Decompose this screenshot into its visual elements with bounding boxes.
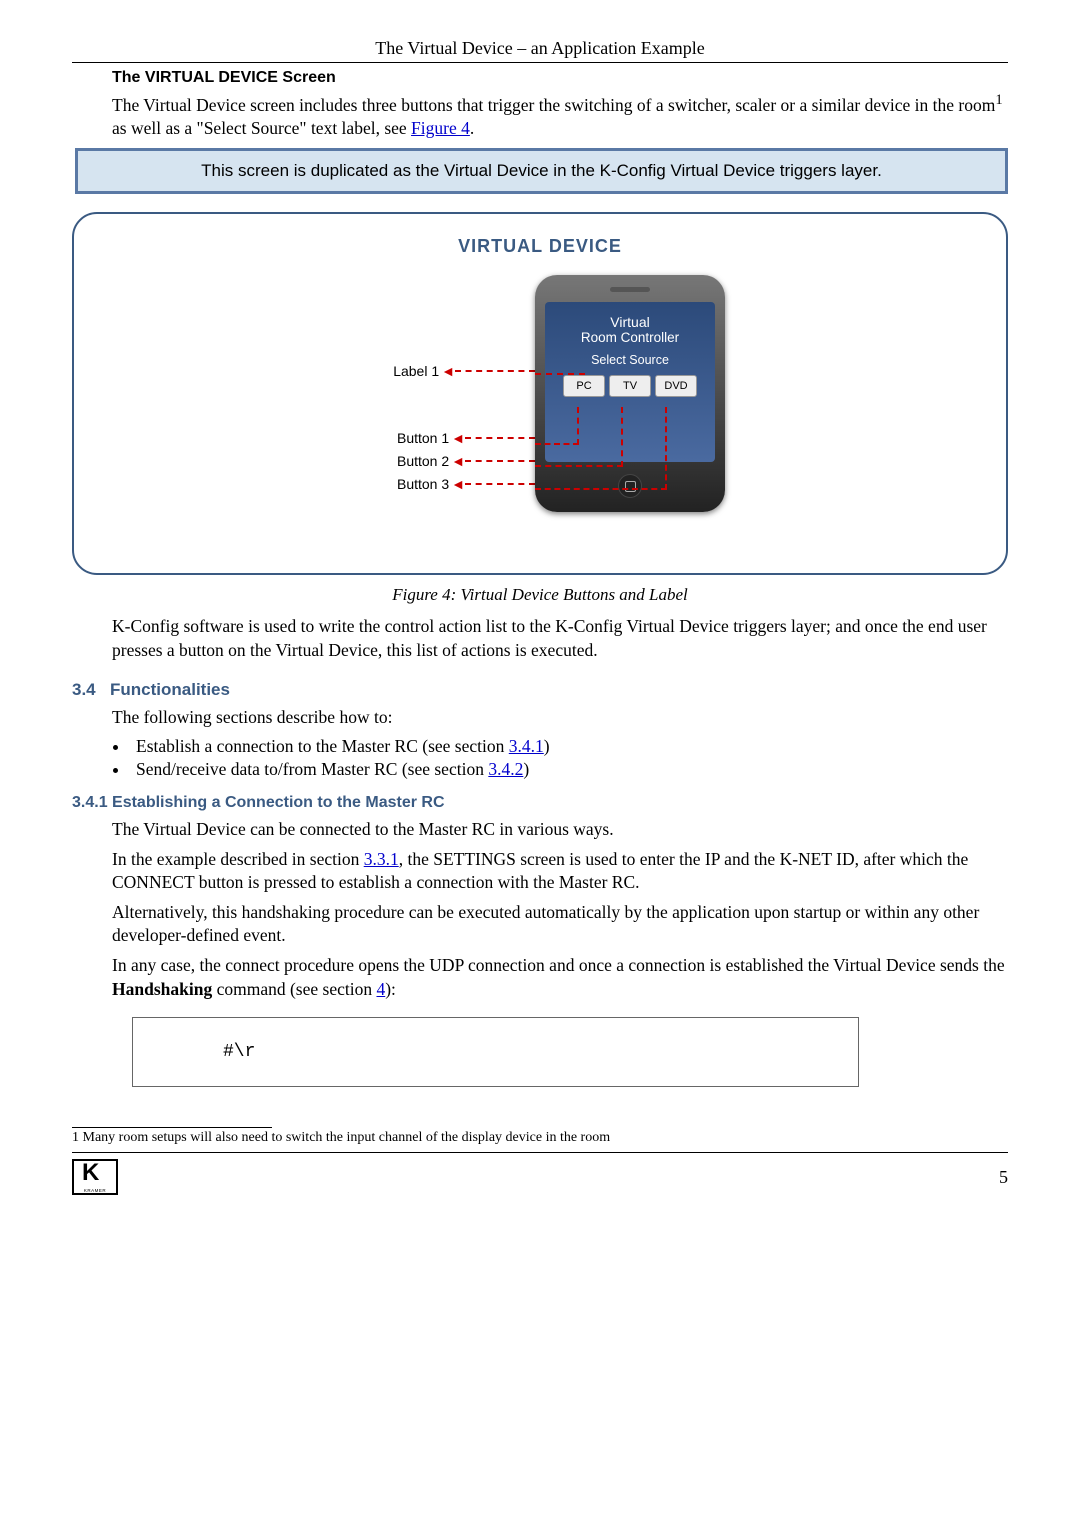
section-3-4-1-link[interactable]: 3.4.1 bbox=[509, 736, 544, 756]
text: . bbox=[470, 118, 474, 138]
vd-screen-paragraph: The Virtual Device screen includes three… bbox=[112, 91, 1008, 141]
phone-select-source: Select Source bbox=[551, 353, 709, 367]
dash-line bbox=[455, 370, 535, 372]
section-4-link[interactable]: 4 bbox=[376, 979, 385, 999]
text: ): bbox=[385, 979, 396, 999]
section-3-4-2-link[interactable]: 3.4.2 bbox=[488, 759, 523, 779]
running-header: The Virtual Device – an Application Exam… bbox=[72, 38, 1008, 63]
phone-earpiece bbox=[610, 287, 650, 292]
footnote-ref-1: 1 bbox=[995, 92, 1002, 108]
figure-4-link[interactable]: Figure 4 bbox=[411, 118, 470, 138]
note-box: This screen is duplicated as the Virtual… bbox=[75, 148, 1008, 194]
page-footer: K KRAMER 5 bbox=[72, 1159, 1008, 1195]
section-3-4-1-heading: 3.4.1 Establishing a Connection to the M… bbox=[72, 794, 1008, 812]
section-title: Functionalities bbox=[110, 680, 230, 699]
dash-line bbox=[465, 437, 535, 439]
list-item: Send/receive data to/from Master RC (see… bbox=[130, 759, 1008, 780]
s341-p1: The Virtual Device can be connected to t… bbox=[112, 818, 1008, 842]
arrow-icon: ◄ bbox=[451, 430, 465, 446]
dash-line bbox=[465, 483, 535, 485]
text: ) bbox=[523, 759, 529, 779]
figure-title: VIRTUAL DEVICE bbox=[92, 236, 988, 257]
section-3-3-1-link[interactable]: 3.3.1 bbox=[364, 849, 399, 869]
text: Send/receive data to/from Master RC (see… bbox=[136, 759, 488, 779]
s34-list: Establish a connection to the Master RC … bbox=[130, 736, 1008, 780]
text: ) bbox=[544, 736, 550, 756]
handshaking-bold: Handshaking bbox=[112, 979, 212, 999]
logo-k-icon: K bbox=[82, 1159, 99, 1187]
figure-4-caption: Figure 4: Virtual Device Buttons and Lab… bbox=[72, 585, 1008, 605]
phone-btn-tv[interactable]: TV bbox=[609, 375, 651, 397]
dash-connector bbox=[535, 488, 667, 490]
s341-p2: In the example described in section 3.3.… bbox=[112, 848, 1008, 895]
section-3-4-heading: 3.4Functionalities bbox=[72, 680, 1008, 700]
vd-screen-heading: The VIRTUAL DEVICE Screen bbox=[112, 69, 1008, 87]
phone-home-button[interactable] bbox=[618, 474, 642, 498]
section-number: 3.4 bbox=[72, 680, 110, 700]
button-2-label: Button 2 bbox=[397, 453, 449, 469]
text: Establish a connection to the Master RC … bbox=[136, 736, 509, 756]
text: as well as a "Select Source" text label,… bbox=[112, 118, 411, 138]
code-box: #\r bbox=[132, 1017, 859, 1087]
text: The Virtual Device screen includes three… bbox=[112, 95, 995, 115]
button-1-label: Button 1 bbox=[397, 430, 449, 446]
dash-line bbox=[465, 460, 535, 462]
phone-screen: Virtual Room Controller Select Source PC… bbox=[545, 302, 715, 462]
arrow-icon: ◄ bbox=[451, 453, 465, 469]
button-3-label: Button 3 bbox=[397, 476, 449, 492]
phone-mockup: Virtual Room Controller Select Source PC… bbox=[535, 275, 725, 512]
phone-btn-dvd[interactable]: DVD bbox=[655, 375, 697, 397]
logo-text: KRAMER bbox=[74, 1188, 116, 1193]
page-number: 5 bbox=[999, 1167, 1008, 1188]
arrow-icon: ◄ bbox=[451, 476, 465, 492]
post-figure-paragraph: K-Config software is used to write the c… bbox=[112, 615, 1008, 662]
footer-separator bbox=[72, 1152, 1008, 1153]
s341-p3: Alternatively, this handshaking procedur… bbox=[112, 901, 1008, 948]
s341-p4: In any case, the connect procedure opens… bbox=[112, 954, 1008, 1001]
text: command (see section bbox=[212, 979, 376, 999]
figure-4-frame: VIRTUAL DEVICE Label 1 ◄ Button 1 ◄ Butt… bbox=[72, 212, 1008, 575]
footnote-separator bbox=[72, 1127, 272, 1128]
figure-labels: Label 1 ◄ Button 1 ◄ Button 2 ◄ Button 3… bbox=[355, 275, 535, 545]
phone-app-title-1: Virtual bbox=[551, 314, 709, 330]
phone-app-title-2: Room Controller bbox=[551, 330, 709, 345]
text: In the example described in section bbox=[112, 849, 364, 869]
s34-intro: The following sections describe how to: bbox=[112, 706, 1008, 730]
list-item: Establish a connection to the Master RC … bbox=[130, 736, 1008, 757]
footnote-1: 1 Many room setups will also need to swi… bbox=[72, 1130, 1008, 1146]
text: In any case, the connect procedure opens… bbox=[112, 955, 1005, 975]
kramer-logo: K KRAMER bbox=[72, 1159, 118, 1195]
label-1: Label 1 bbox=[393, 363, 439, 379]
phone-btn-pc[interactable]: PC bbox=[563, 375, 605, 397]
home-icon bbox=[625, 481, 636, 492]
arrow-icon: ◄ bbox=[441, 363, 455, 379]
dash-connector bbox=[535, 465, 623, 467]
